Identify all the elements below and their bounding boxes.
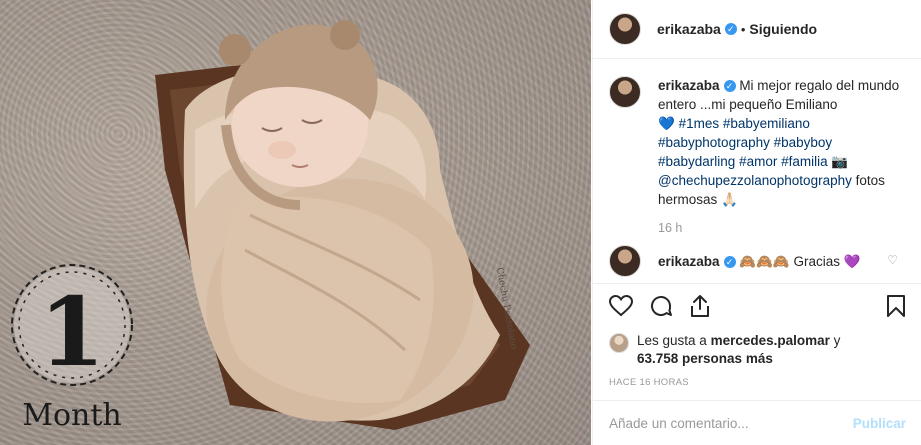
author-avatar[interactable]: [609, 13, 641, 45]
liker-username[interactable]: mercedes.palomar: [711, 333, 830, 348]
caption-time: 16 h: [658, 221, 683, 235]
milestone-word: Month: [22, 398, 121, 433]
following-button[interactable]: Siguiendo: [749, 21, 817, 37]
comment-bubble-icon[interactable]: [649, 294, 673, 318]
post-header: erikazaba ✓ • Siguiendo: [593, 0, 921, 59]
save-bookmark-icon[interactable]: [886, 294, 906, 318]
comments-section: erikazaba ✓ Mi mejor regalo del mundo ent…: [593, 60, 921, 282]
comment-input[interactable]: Añade un comentario...: [609, 416, 853, 431]
reply-username[interactable]: erikazaba: [658, 254, 720, 269]
post-timestamp: HACE 16 HORAS: [609, 377, 689, 388]
likes-summary: Les gusta a mercedes.palomar y 63.758 pe…: [609, 332, 906, 368]
caption-username[interactable]: erikazaba: [658, 78, 720, 93]
likes-count[interactable]: 63.758 personas más: [637, 351, 773, 366]
photographer-mention[interactable]: @chechupezzolanophotography: [658, 173, 852, 188]
reply-text: erikazaba ✓ 🙈🙈🙈 Gracias 💜: [658, 252, 906, 271]
like-heart-icon[interactable]: [609, 295, 633, 317]
hashtags-line-3[interactable]: #babydarling #amor #familia: [658, 154, 828, 169]
caption-text: erikazaba ✓ Mi mejor regalo del mundo ent…: [658, 76, 906, 209]
hashtags-line-1[interactable]: #1mes #babyemiliano: [679, 116, 810, 131]
baby-photo-illustration: Chechu Pezzolano 1 Month: [11, 20, 530, 433]
post-sidebar: erikazaba ✓ • Siguiendo erikazaba ✓ Mi me…: [592, 0, 921, 445]
hashtags-line-2[interactable]: #babyphotography #babyboy: [658, 135, 832, 150]
blue-heart-emoji: 💙: [658, 116, 675, 131]
like-comment-heart-icon[interactable]: ♡: [887, 253, 898, 267]
liker-avatar[interactable]: [609, 333, 629, 353]
share-icon[interactable]: [689, 294, 711, 318]
action-icons: [609, 294, 906, 318]
post-photo[interactable]: Chechu Pezzolano 1 Month: [0, 0, 591, 445]
publish-button[interactable]: Publicar: [853, 416, 906, 431]
likes-prefix: Les gusta a: [637, 333, 707, 348]
milestone-number: 1: [39, 277, 105, 388]
post-actions: Les gusta a mercedes.palomar y 63.758 pe…: [593, 283, 921, 388]
verified-badge-icon: ✓: [723, 255, 736, 268]
reply-message: Gracias: [793, 253, 841, 269]
author-username[interactable]: erikazaba: [657, 21, 721, 37]
caption-avatar[interactable]: [609, 76, 641, 108]
camera-emoji: 📷: [831, 154, 849, 169]
verified-badge-icon: ✓: [724, 23, 737, 35]
verified-badge-icon: ✓: [723, 80, 736, 92]
likes-text: Les gusta a mercedes.palomar y 63.758 pe…: [637, 332, 840, 368]
reply-avatar[interactable]: [609, 245, 641, 277]
monkey-emojis: 🙈🙈🙈: [739, 253, 790, 269]
purple-heart-emoji: 💜: [843, 253, 861, 269]
caption-comment: erikazaba ✓ Mi mejor regalo del mundo ent…: [609, 76, 906, 209]
likes-connector: y: [833, 333, 841, 348]
header-separator: •: [740, 21, 746, 37]
reply-comment: erikazaba ✓ 🙈🙈🙈 Gracias 💜 ♡: [609, 245, 906, 277]
add-comment-bar: Añade un comentario... Publicar: [593, 400, 921, 445]
